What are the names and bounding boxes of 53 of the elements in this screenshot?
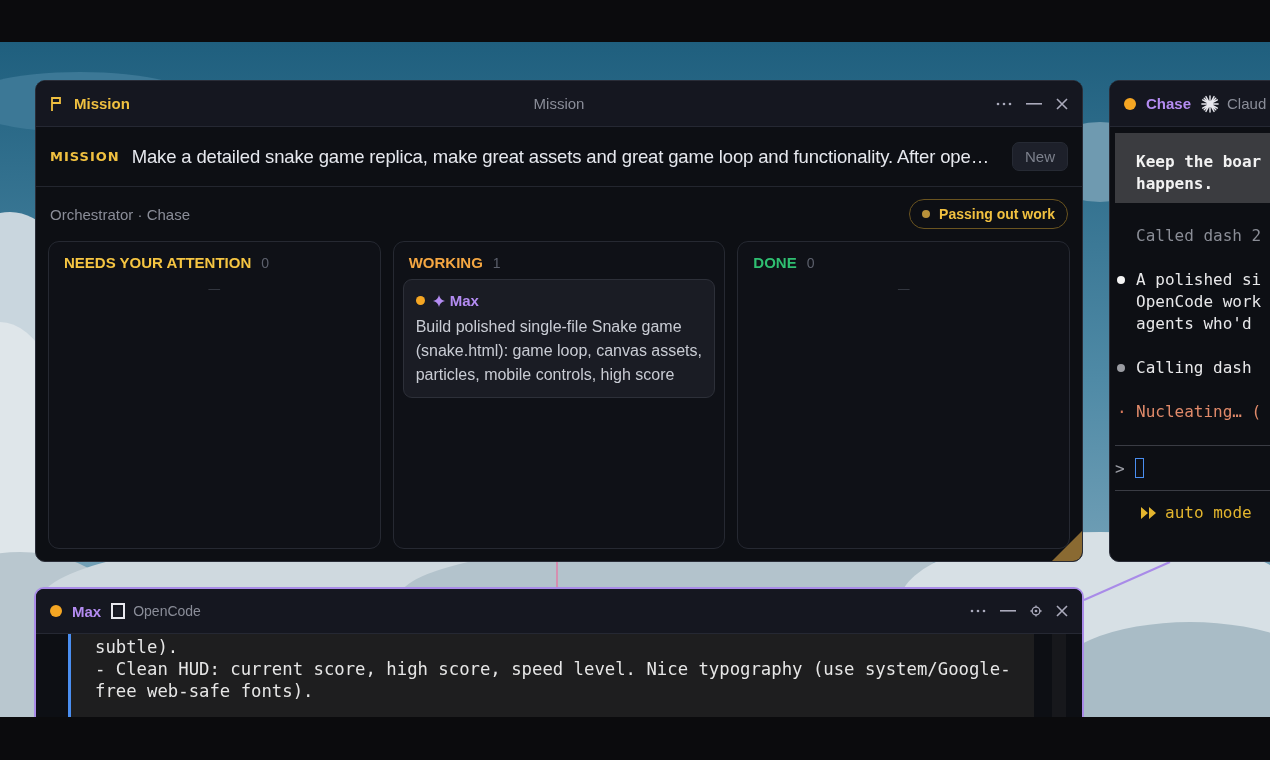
- mission-label: MISSION: [50, 149, 120, 164]
- column-count: 0: [806, 255, 815, 271]
- column-count: 0: [261, 255, 270, 271]
- bullet-icon: [1117, 364, 1125, 372]
- empty-mark: —: [897, 281, 911, 296]
- spinner-mark: ·: [1117, 401, 1125, 423]
- terminal-line: happens.: [1136, 173, 1215, 195]
- prompt-symbol: >: [1115, 458, 1125, 478]
- bullet-icon: [1117, 276, 1125, 284]
- terminal-line: - Clean HUD: current score, high score, speed level. Nice typography (use system/Google-: [95, 658, 1012, 680]
- terminal-line: free web-safe fonts).: [95, 680, 315, 702]
- asterisk-icon: [1201, 94, 1220, 113]
- terminal-line: Calling dash: [1136, 357, 1252, 379]
- fast-forward-icon: [1141, 506, 1157, 519]
- task-description: Build polished single-file Snake game (snake.html): game loop, canvas assets, particles, mobile controls, high score: [415, 317, 703, 385]
- window-title: Mission: [74, 95, 130, 112]
- square-icon: [111, 603, 126, 619]
- scrollbar[interactable]: [1052, 634, 1066, 717]
- flag-icon: [50, 95, 62, 112]
- agent-name: Max: [72, 602, 102, 620]
- orchestrator-label: Orchestrator · Chase: [50, 205, 191, 223]
- mode-label: auto mode: [1165, 503, 1252, 522]
- window-caption: Mission: [533, 95, 585, 112]
- resize-handle[interactable]: [1052, 531, 1082, 561]
- minimize-icon[interactable]: [1000, 609, 1016, 613]
- more-icon[interactable]: [996, 101, 1012, 106]
- terminal-line: OpenCode work: [1136, 291, 1262, 313]
- column-title: DONE: [753, 254, 797, 271]
- task-card[interactable]: Max Build polished single-file Snake game (snake.html): game loop, canvas assets, particles, mobile controls, high score: [402, 279, 716, 398]
- input-field[interactable]: [1134, 458, 1144, 478]
- column-title: WORKING: [408, 254, 483, 271]
- mission-text: Make a detailed snake game replica, make great assets and great game loop and functionality. After ope…: [131, 145, 990, 168]
- terminal-line: subtle).: [95, 636, 180, 658]
- tool-name: Claud: [1227, 95, 1267, 112]
- column-count: 1: [492, 255, 501, 271]
- tool-name: OpenCode: [133, 603, 201, 619]
- terminal-line: Nucleating… (: [1136, 401, 1262, 423]
- empty-mark: —: [207, 281, 221, 296]
- terminal-line: agents who'd: [1136, 313, 1253, 335]
- close-icon[interactable]: [1056, 605, 1068, 617]
- close-icon[interactable]: [1056, 97, 1068, 110]
- more-icon[interactable]: [970, 609, 986, 613]
- status-text: Passing out work: [939, 206, 1055, 222]
- terminal-line: Called dash 2: [1136, 225, 1262, 247]
- terminal-line: A polished si: [1136, 269, 1262, 291]
- agent-name: Chase: [1146, 95, 1192, 112]
- agent-name: Max: [449, 292, 479, 309]
- connector-line: [556, 561, 558, 588]
- settings-icon[interactable]: [1030, 605, 1042, 617]
- new-button[interactable]: New: [1012, 142, 1068, 171]
- terminal-line: Keep the boar: [1136, 151, 1263, 173]
- column-title: NEEDS YOUR ATTENTION: [64, 254, 252, 271]
- sparkle-icon: [432, 294, 445, 307]
